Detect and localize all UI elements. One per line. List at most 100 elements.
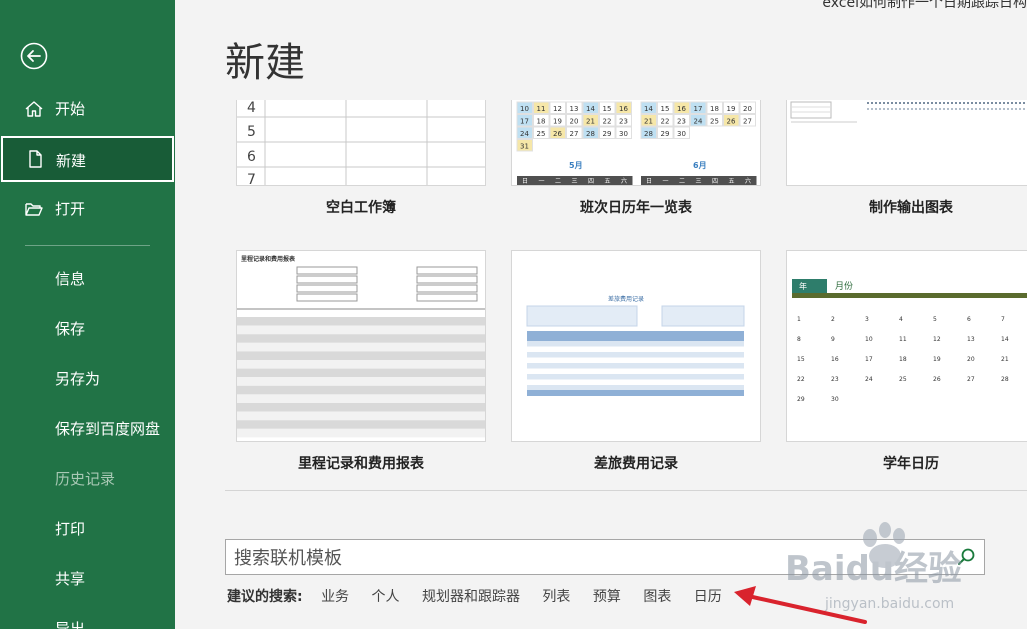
sidebar-divider [25,245,150,246]
sidebar-item-share[interactable]: 共享 [0,556,175,602]
sidebar-item-open[interactable]: 打开 [0,186,175,232]
new-document-icon [29,150,42,168]
table-row [237,403,485,412]
weekday-label: 一 [663,178,669,185]
form-field [416,284,478,293]
calendar-day-number: 28 [586,130,595,138]
output-chart-preview [790,101,1027,123]
back-arrow-icon[interactable] [20,42,48,70]
sidebar-item-label: 保存到百度网盘 [55,420,161,438]
suggested-searches-label: 建议的搜索: [227,589,303,605]
calendar-day-number: 6 [967,316,971,323]
calendar-day-number: 16 [831,356,839,363]
sidebar-item-label: 保存 [55,320,86,338]
sidebar-item-label: 打印 [55,520,86,538]
calendar-day-number: 19 [933,356,941,363]
template-thumbnail [786,100,1027,186]
calendar-day-number: 15 [661,105,670,113]
sidebar-item-print[interactable]: 打印 [0,506,175,552]
mileage-report-preview: 里程记录和费用报表 [237,255,485,438]
calendar-day-number: 23 [831,376,839,383]
calendar-day-number: 14 [586,105,595,113]
table-row [237,360,485,369]
calendar-day-number: 29 [797,396,805,403]
calendar-day-number: 26 [553,130,562,138]
calendar-day-number: 22 [661,118,670,126]
sidebar-item-label: 导出 [55,620,86,629]
weekday-bar [792,293,1027,298]
suggestion-calendars[interactable]: 日历 [694,589,722,605]
template-card-output-chart[interactable]: 制作输出图表 [786,100,1027,220]
calendar-day-number: 21 [1001,356,1009,363]
calendar-day-number: 5 [933,316,937,323]
calendar-day-number: 19 [727,105,736,113]
calendar-day-number: 17 [865,356,873,363]
table-row [527,352,744,358]
sidebar-item-label: 开始 [55,100,86,118]
template-name: 差旅费用记录 [594,456,678,472]
suggestion-charts[interactable]: 图表 [643,589,671,605]
calendar-day-number: 3 [865,316,869,323]
calendar-day-number: 1 [797,316,801,323]
calendar-day-number: 31 [520,143,529,151]
table-row [237,351,485,360]
sidebar-item-info[interactable]: 信息 [0,256,175,302]
row-number: 4 [247,100,256,116]
calendar-day-number: 24 [520,130,529,138]
sidebar-item-home[interactable]: 开始 [0,86,175,132]
calendar-day-number: 13 [570,105,579,113]
suggestion-business[interactable]: 业务 [321,589,349,605]
calendar-day-number: 27 [570,130,579,138]
template-card-shift-calendar[interactable]: 10 11 12 13 14 15 16 17 18 19 20 21 22 23 24 25 26 27 28 29… [511,100,761,220]
calendar-day-number: 21 [644,118,653,126]
template-card-blank[interactable]: 4 5 6 7 空白工作簿 [236,100,486,220]
weekday-label: 日 [522,178,528,185]
suggestion-personal[interactable]: 个人 [372,589,400,605]
calendar-day-number: 9 [831,336,835,343]
template-name: 空白工作簿 [326,200,396,216]
sidebar-item-export[interactable]: 导出 [0,606,175,629]
suggestion-planners-trackers[interactable]: 规划器和跟踪器 [422,589,520,605]
sidebar-item-label: 新建 [56,152,87,170]
travel-expense-preview: 差旅费用记录 [526,295,745,396]
year-badge [792,279,827,293]
sidebar-item-history: 历史记录 [0,456,175,502]
sidebar-item-new[interactable]: 新建 [1,136,174,182]
calendar-day-number: 22 [797,376,805,383]
calendar-day-number: 20 [743,105,752,113]
calendar-day-number: 2 [831,316,835,323]
template-name: 班次日历年一览表 [580,200,692,216]
calendar-day-number: 25 [537,130,546,138]
section-divider [225,490,1027,491]
weekday-label: 二 [679,178,685,185]
table-row [237,411,485,421]
sidebar-item-save-to-baidu[interactable]: 保存到百度网盘 [0,406,175,452]
suggestion-budgets[interactable]: 预算 [593,589,621,605]
calendar-day-number: 10 [865,336,873,343]
calendar-day-number: 10 [520,105,529,113]
template-card-travel-expense[interactable]: 差旅费用记录 差旅费用记录 [511,250,761,480]
template-name: 制作输出图表 [869,200,953,216]
form-field [416,275,478,284]
calendar-day-number: 11 [537,105,546,113]
home-icon [25,101,43,117]
calendar-day-number: 26 [727,118,736,126]
sidebar-item-label: 另存为 [55,370,101,388]
backstage-sidebar: 开始 新建 打开 信息 保存 另存为 保存到百度网盘 历史记录 打印 共享 导出 [0,0,175,629]
calendar-day-number: 24 [865,376,873,383]
template-thumbnail: 差旅费用记录 [511,250,761,442]
table-row [237,420,485,429]
sidebar-item-save-as[interactable]: 另存为 [0,356,175,402]
calendar-day-number: 18 [710,105,719,113]
calendar-day-number: 24 [694,118,703,126]
table-row [237,377,485,386]
template-card-mileage-report[interactable]: 里程记录和费用报表 里程记录和费用报表 [236,250,486,480]
template-card-academic-calendar[interactable]: 年月份 1 2 3 4 5 6 7 8 9 10 11 12 13 14 15 16 17 18 19 20 21 22 23… [786,250,1027,480]
calendar-day-number: 27 [743,118,752,126]
calendar-day-number: 20 [570,118,579,126]
sidebar-item-save[interactable]: 保存 [0,306,175,352]
suggestion-lists[interactable]: 列表 [542,589,570,605]
calendar-day-number: 29 [603,130,612,138]
weekday-label: 六 [621,177,627,185]
calendar-day-number: 18 [537,118,546,126]
